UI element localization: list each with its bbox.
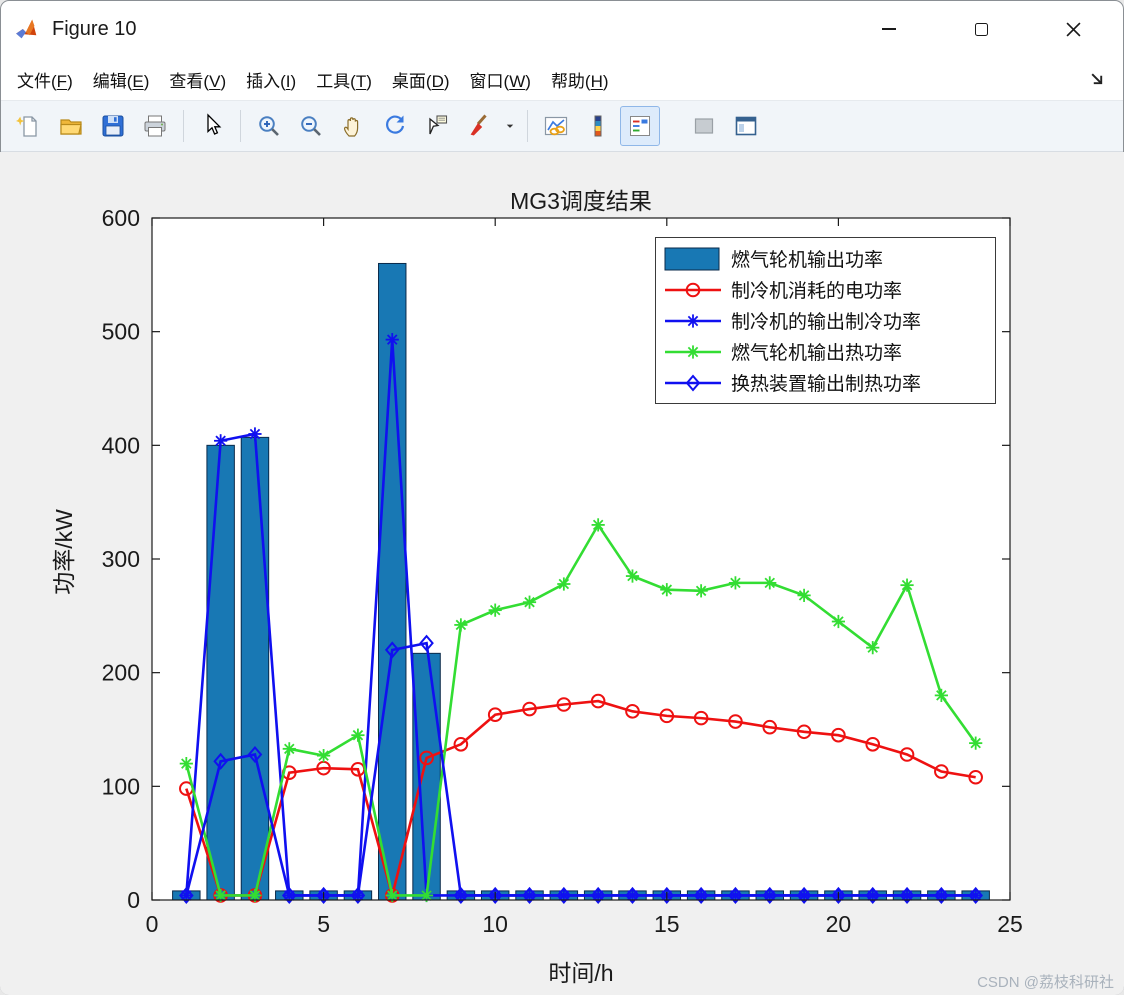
toolbar-separator — [527, 110, 528, 142]
chart-title: MG3调度结果 — [510, 188, 652, 214]
toolbar-separator — [183, 110, 184, 142]
minimize-button[interactable] — [866, 7, 912, 51]
x-tick-label: 20 — [826, 911, 852, 937]
pointer-icon — [207, 113, 222, 135]
y-tick-label: 0 — [127, 887, 140, 913]
matlab-logo-icon — [14, 15, 41, 43]
menu-bar: 文件(F) 编辑(E) 查看(V) 插入(I) 工具(T) 桌面(D) 窗口(W) 帮助(H) — [0, 58, 1124, 100]
x-tick-label: 10 — [482, 911, 508, 937]
insert-colorbar-button[interactable] — [578, 106, 618, 146]
x-tick-label: 5 — [317, 911, 330, 937]
plot-tools-dock-icon — [735, 116, 757, 136]
legend-sample-circle — [665, 282, 721, 297]
legend-sample-asterisk — [665, 344, 721, 359]
x-tick-label: 0 — [146, 911, 159, 937]
x-tick-label: 25 — [997, 911, 1023, 937]
watermark: CSDN @荔枝科研社 — [977, 974, 1114, 991]
legend-item-5[interactable]: 换热装置输出制热功率 — [664, 367, 987, 398]
y-tick-label: 500 — [102, 319, 140, 345]
legend-icon — [630, 116, 650, 136]
maximize-icon — [974, 22, 988, 36]
zoom-out-icon — [301, 116, 321, 136]
legend[interactable]: 燃气轮机输出功率 制冷机消耗的电功率 制冷机的输出制冷功率 燃气轮机输出热功率 换热装置… — [655, 237, 996, 404]
menu-item-2[interactable]: 编辑(E) — [86, 61, 157, 98]
menu-items: 文件(F) 编辑(E) 查看(V) 插入(I) 工具(T) 桌面(D) 窗口(W) 帮助(H) — [10, 61, 622, 98]
maximize-button[interactable] — [958, 7, 1004, 51]
dropdown-caret-icon — [506, 124, 514, 128]
title-bar: Figure 10 — [0, 0, 1124, 58]
zoom-in-button[interactable] — [249, 106, 289, 146]
menu-item-7[interactable]: 窗口(W) — [463, 61, 538, 98]
legend-label: 燃气轮机输出功率 — [731, 250, 884, 271]
plot-tools-off-icon — [694, 118, 714, 134]
data-cursor-icon — [429, 115, 448, 135]
zoom-in-icon — [259, 116, 279, 136]
open-file-button[interactable] — [51, 106, 91, 146]
rotate-icon — [386, 115, 405, 134]
show-plot-tools-button[interactable] — [726, 106, 766, 146]
legend-sample-asterisk — [665, 313, 721, 328]
zoom-out-button[interactable] — [291, 106, 331, 146]
print-figure-button[interactable] — [135, 106, 175, 146]
data-cursor-button[interactable] — [417, 106, 457, 146]
y-tick-label: 400 — [102, 432, 140, 458]
legend-sample-bar — [664, 247, 720, 270]
rotate-3d-button[interactable] — [375, 106, 415, 146]
new-figure-button[interactable] — [9, 106, 49, 146]
menu-item-3[interactable]: 查看(V) — [162, 61, 233, 98]
colorbar-icon — [594, 115, 602, 137]
y-tick-label: 200 — [102, 660, 140, 686]
x-axis-label: 时间/h — [548, 960, 614, 986]
bar — [206, 444, 235, 901]
bar — [412, 652, 441, 901]
toolbar — [0, 100, 1124, 152]
pan-button[interactable] — [333, 106, 373, 146]
y-tick-label: 600 — [102, 205, 140, 231]
legend-label: 燃气轮机输出热功率 — [731, 343, 903, 364]
insert-legend-button[interactable] — [620, 106, 660, 146]
menu-item-5[interactable]: 工具(T) — [309, 61, 379, 98]
print-icon — [144, 115, 166, 137]
dock-arrow-icon — [1091, 73, 1103, 84]
toolbar-separator — [240, 110, 241, 142]
hand-icon — [343, 117, 359, 137]
window-controls — [820, 0, 1124, 58]
legend-sample-diamond — [665, 373, 721, 392]
bar — [240, 436, 270, 901]
link-plot-button[interactable] — [536, 106, 576, 146]
save-icon — [102, 115, 124, 137]
brush-icon — [470, 114, 487, 136]
legend-item-3[interactable]: 制冷机的输出制冷功率 — [664, 305, 987, 336]
legend-item-4[interactable]: 燃气轮机输出热功率 — [664, 336, 987, 367]
legend-label: 换热装置输出制热功率 — [731, 374, 922, 395]
figure-canvas: 0 5 10 15 20 25 0 100 200 300 400 500 600 MG3调度结果 功率… — [0, 152, 1124, 995]
edit-plot-button[interactable] — [192, 106, 232, 146]
window-title: Figure 10 — [52, 17, 137, 40]
close-button[interactable] — [1050, 7, 1096, 51]
open-folder-icon — [60, 119, 82, 135]
brush-data-button[interactable] — [459, 106, 499, 146]
link-plot-icon — [544, 116, 568, 136]
save-figure-button[interactable] — [93, 106, 133, 146]
legend-item-1[interactable]: 燃气轮机输出功率 — [664, 243, 987, 274]
hide-plot-tools-button[interactable] — [684, 106, 724, 146]
y-tick-label: 300 — [102, 546, 140, 572]
brush-menu-button[interactable] — [501, 106, 519, 146]
menu-item-4[interactable]: 插入(I) — [239, 61, 303, 98]
legend-item-2[interactable]: 制冷机消耗的电功率 — [664, 274, 987, 305]
y-tick-label: 100 — [102, 773, 140, 799]
legend-label: 制冷机消耗的电功率 — [731, 281, 903, 302]
legend-label: 制冷机的输出制冷功率 — [731, 312, 922, 333]
menu-item-1[interactable]: 文件(F) — [10, 61, 80, 98]
dock-arrow-button[interactable] — [1089, 71, 1114, 88]
y-axis-label: 功率/kW — [51, 509, 77, 595]
figure-window: Figure 10 文件(F) 编辑(E) 查看(V) 插入(I) 工具(T) 桌面(D)… — [0, 0, 1124, 995]
new-document-icon — [16, 116, 37, 137]
menu-item-6[interactable]: 桌面(D) — [385, 61, 457, 98]
close-icon — [1065, 21, 1081, 37]
x-tick-label: 15 — [654, 911, 680, 937]
menu-item-8[interactable]: 帮助(H) — [544, 61, 616, 98]
minimize-icon — [882, 28, 896, 30]
